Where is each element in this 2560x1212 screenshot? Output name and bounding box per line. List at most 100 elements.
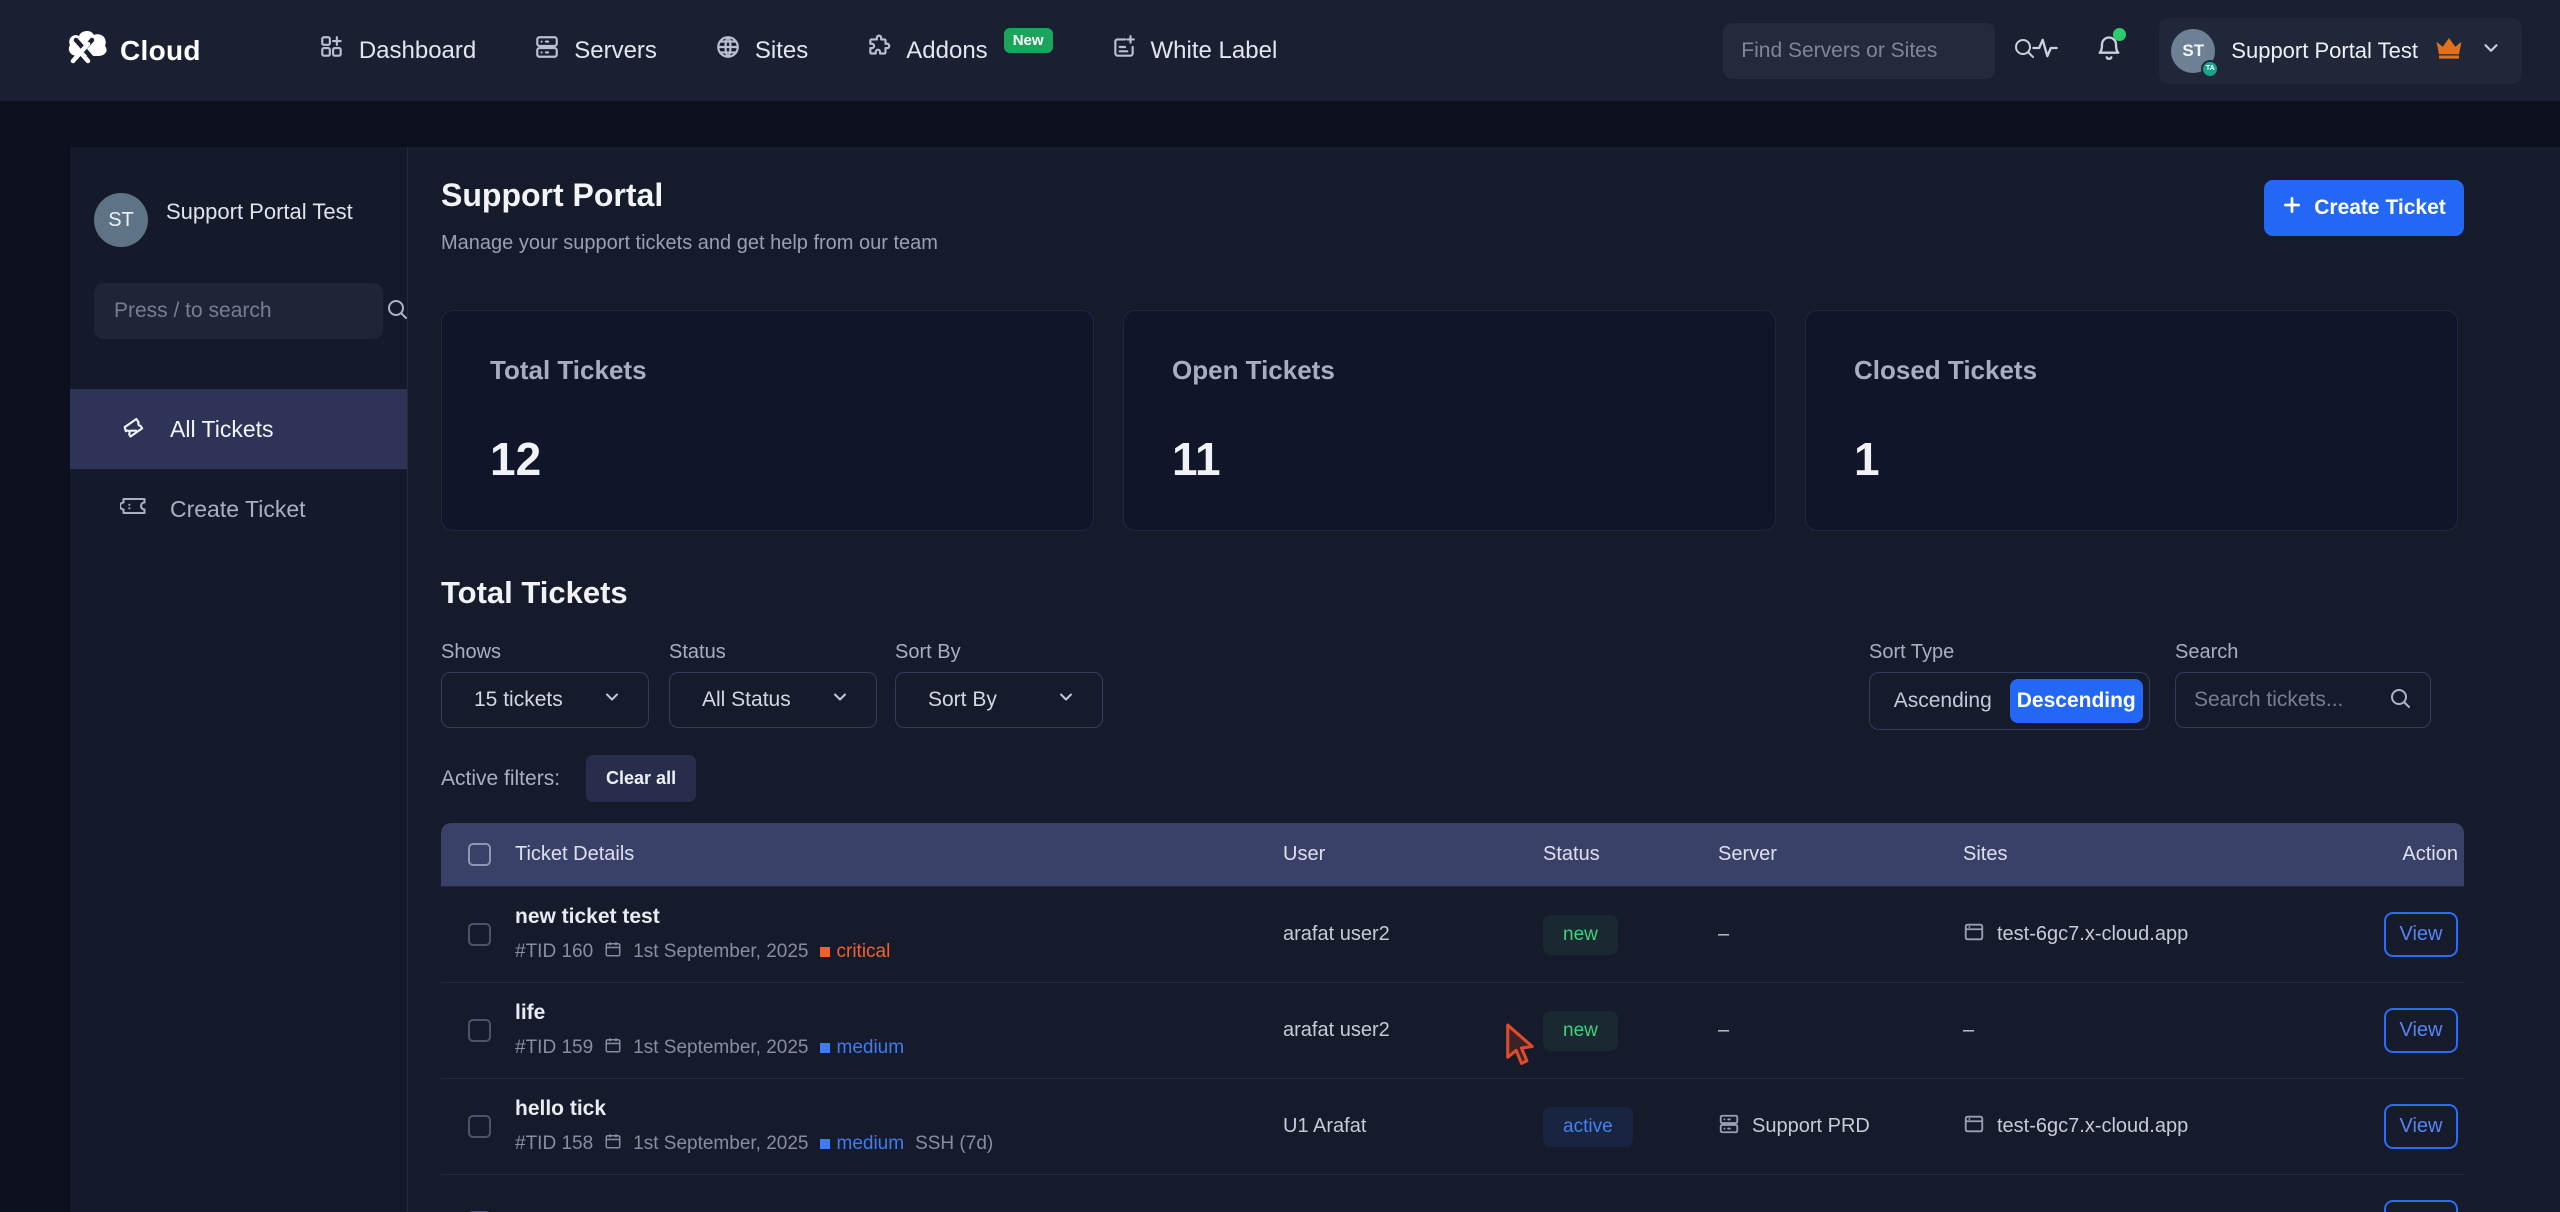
site-icon bbox=[1963, 1113, 1985, 1141]
sidebar-item-all-tickets[interactable]: All Tickets bbox=[70, 389, 407, 469]
col-sites: Sites bbox=[1963, 843, 2336, 866]
action-cell: View bbox=[2384, 1008, 2464, 1053]
priority-square-icon bbox=[820, 947, 830, 957]
sort-type-toggle: Ascending Descending bbox=[1869, 672, 2150, 730]
sites-cell: test-6gc7.x-cloud.app bbox=[1963, 1113, 2336, 1141]
view-button[interactable]: View bbox=[2384, 1008, 2458, 1053]
xcloud-logo-icon bbox=[64, 28, 112, 73]
col-status: Status bbox=[1543, 843, 1718, 866]
stat-label: Closed Tickets bbox=[1854, 355, 2409, 386]
status-cell: new bbox=[1543, 915, 1718, 955]
sortby-label: Sort By bbox=[895, 641, 961, 664]
plus-icon bbox=[2282, 195, 2302, 221]
stat-label: Open Tickets bbox=[1172, 355, 1727, 386]
status-label: Status bbox=[669, 641, 726, 664]
sidebar-search-input[interactable] bbox=[114, 299, 385, 323]
primary-nav: Dashboard Servers Sites bbox=[319, 34, 1277, 67]
chevron-down-icon bbox=[2480, 37, 2502, 64]
col-ticket-details: Ticket Details bbox=[503, 843, 1283, 866]
dashboard-grid-icon bbox=[319, 34, 345, 67]
stat-card-total: Total Tickets 12 bbox=[441, 310, 1094, 531]
sidebar-profile-name: Support Portal Test bbox=[166, 193, 353, 228]
servers-icon bbox=[534, 34, 560, 67]
stats-cards: Total Tickets 12 Open Tickets 11 Closed … bbox=[441, 310, 2458, 531]
server-name: – bbox=[1718, 923, 1729, 946]
view-button[interactable]: View bbox=[2384, 1200, 2458, 1212]
nav-label: Servers bbox=[574, 37, 657, 65]
sorttype-label: Sort Type bbox=[1869, 641, 1954, 664]
ticket-date: 1st September, 2025 bbox=[633, 1133, 808, 1155]
puzzle-icon bbox=[866, 34, 892, 67]
nav-white-label[interactable]: White Label bbox=[1111, 34, 1278, 67]
create-ticket-button[interactable]: Create Ticket bbox=[2264, 180, 2464, 236]
activity-button[interactable] bbox=[2031, 34, 2059, 67]
sidebar-profile: ST Support Portal Test bbox=[70, 147, 407, 247]
user-cell: arafat user2 bbox=[1283, 1019, 1543, 1042]
ascending-option[interactable]: Ascending bbox=[1876, 679, 2010, 723]
ticket-date: 1st September, 2025 bbox=[633, 1037, 808, 1059]
ticket-extra: SSH (7d) bbox=[915, 1133, 993, 1155]
section-title: Total Tickets bbox=[441, 575, 628, 611]
notifications-button[interactable] bbox=[2095, 34, 2123, 67]
clear-all-button[interactable]: Clear all bbox=[586, 755, 696, 802]
tickets-search-input[interactable] bbox=[2194, 688, 2388, 712]
account-menu[interactable]: ST TA Support Portal Test bbox=[2159, 18, 2522, 84]
shows-label: Shows bbox=[441, 641, 501, 664]
priority-indicator: critical bbox=[820, 941, 891, 963]
search-icon bbox=[2388, 686, 2412, 715]
row-checkbox[interactable] bbox=[468, 923, 491, 946]
server-name: – bbox=[1718, 1019, 1729, 1042]
sidebar-search bbox=[94, 283, 383, 339]
brand-logo[interactable]: Cloud bbox=[64, 28, 201, 73]
page-subtitle: Manage your support tickets and get help… bbox=[441, 232, 938, 255]
global-search bbox=[1723, 23, 1995, 79]
status-cell: active bbox=[1543, 1107, 1718, 1147]
active-filters: Active filters: Clear all bbox=[441, 755, 696, 802]
descending-option[interactable]: Descending bbox=[2010, 679, 2144, 723]
ticket-meta: #TID 1601st September, 2025critical bbox=[515, 940, 1283, 964]
white-label-icon bbox=[1111, 34, 1137, 67]
status-badge: new bbox=[1543, 915, 1618, 955]
nav-addons[interactable]: Addons New bbox=[866, 34, 1052, 67]
status-cell: new bbox=[1543, 1011, 1718, 1051]
user-cell: arafat user2 bbox=[1283, 923, 1543, 946]
select-all-checkbox[interactable] bbox=[468, 843, 491, 866]
sidebar-item-create-ticket[interactable]: Create Ticket bbox=[70, 469, 407, 549]
sortby-dropdown[interactable]: Sort By bbox=[895, 672, 1103, 728]
ticket-icon bbox=[120, 492, 148, 526]
priority-square-icon bbox=[820, 1043, 830, 1053]
site-icon bbox=[1963, 921, 1985, 949]
ticket-details-cell: life#TID 1591st September, 2025medium bbox=[503, 1001, 1283, 1060]
new-badge: New bbox=[1004, 28, 1053, 53]
view-button[interactable]: View bbox=[2384, 1104, 2458, 1149]
status-dropdown[interactable]: All Status bbox=[669, 672, 877, 728]
nav-sites[interactable]: Sites bbox=[715, 34, 808, 67]
view-button[interactable]: View bbox=[2384, 912, 2458, 957]
row-checkbox[interactable] bbox=[468, 1019, 491, 1042]
ticket-details-cell: hello tick#TID 1581st September, 2025med… bbox=[503, 1097, 1283, 1156]
sidebar-item-label: Create Ticket bbox=[170, 496, 306, 523]
ticket-id: #TID 158 bbox=[515, 1133, 593, 1155]
support-portal-page: Cloud Dashboard bbox=[0, 0, 2560, 1212]
pulse-icon bbox=[2031, 34, 2059, 67]
nav-servers[interactable]: Servers bbox=[534, 34, 657, 67]
global-search-input[interactable] bbox=[1741, 39, 2012, 63]
tickets-icon bbox=[120, 412, 148, 446]
stat-value: 11 bbox=[1172, 432, 1727, 486]
stat-value: 1 bbox=[1854, 432, 2409, 486]
stat-card-open: Open Tickets 11 bbox=[1123, 310, 1776, 531]
shows-dropdown[interactable]: 15 tickets bbox=[441, 672, 649, 728]
table-header: Ticket Details User Status Server Sites … bbox=[441, 823, 2464, 886]
ticket-title: life bbox=[515, 1001, 1283, 1025]
status-badge: active bbox=[1543, 1107, 1633, 1147]
stat-value: 12 bbox=[490, 432, 1045, 486]
nav-dashboard[interactable]: Dashboard bbox=[319, 34, 476, 67]
priority-label: critical bbox=[837, 941, 891, 963]
nav-label: Dashboard bbox=[359, 37, 476, 65]
row-checkbox[interactable] bbox=[468, 1115, 491, 1138]
table-row: life#TID 1591st September, 2025mediumara… bbox=[441, 982, 2464, 1078]
action-cell: View bbox=[2384, 912, 2464, 957]
site-name: test-6gc7.x-cloud.app bbox=[1997, 923, 2188, 946]
site-name: test-6gc7.x-cloud.app bbox=[1997, 1115, 2188, 1138]
server-icon bbox=[1718, 1113, 1740, 1141]
